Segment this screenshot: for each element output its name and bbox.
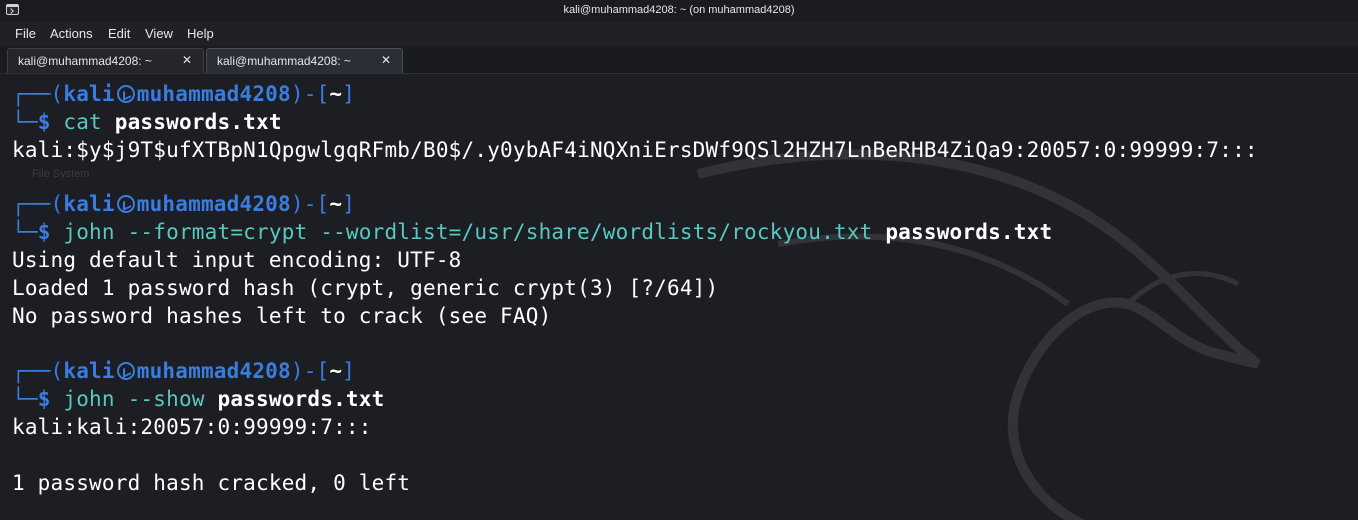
menu-bar: File Actions Edit View Help — [0, 22, 1358, 46]
title-bar: kali@muhammad4208: ~ (on muhammad4208) — [0, 0, 1358, 22]
output-line: kali:kali:20057:0:99999:7::: — [12, 415, 372, 439]
command-line: └─$ john --format=crypt --wordlist=/usr/… — [12, 220, 1053, 244]
command-text: john --format=crypt --wordlist=/usr/shar… — [63, 220, 873, 244]
tab-terminal-1[interactable]: kali@muhammad4208: ~ ✕ — [7, 48, 204, 73]
prompt-dir: ~ — [329, 82, 343, 106]
command-file: passwords.txt — [217, 387, 385, 411]
menu-edit[interactable]: Edit — [108, 26, 130, 41]
close-icon[interactable]: ✕ — [180, 53, 194, 67]
menu-actions[interactable]: Actions — [50, 26, 93, 41]
command-file: passwords.txt — [885, 220, 1053, 244]
terminal-output[interactable]: File System ┌──(kali muhammad4208)-[~] └─… — [0, 74, 1358, 520]
kali-icon — [116, 195, 135, 213]
command-text: cat — [63, 110, 102, 134]
menu-file[interactable]: File — [15, 26, 36, 41]
menu-help[interactable]: Help — [187, 26, 214, 41]
prompt-symbol: $ — [37, 110, 51, 134]
command-line: └─$ john --show passwords.txt — [12, 387, 385, 411]
prompt-line: ┌──(kali muhammad4208)-[~] — [12, 192, 356, 216]
tab-bar: kali@muhammad4208: ~ ✕ kali@muhammad4208… — [0, 46, 1358, 74]
background-label: File System — [32, 168, 90, 180]
prompt-user: kali — [63, 359, 115, 383]
prompt-dir: ~ — [329, 359, 343, 383]
tab-label: kali@muhammad4208: ~ — [18, 54, 152, 68]
prompt-host: muhammad4208 — [136, 192, 291, 216]
prompt-host: muhammad4208 — [136, 82, 291, 106]
output-line: Loaded 1 password hash (crypt, generic c… — [12, 276, 719, 300]
kali-icon — [116, 362, 135, 380]
kali-icon — [116, 85, 135, 103]
prompt-line: ┌──(kali muhammad4208)-[~] — [12, 82, 356, 106]
command-text: john --show — [63, 387, 205, 411]
prompt-host: muhammad4208 — [136, 359, 291, 383]
close-icon[interactable]: ✕ — [379, 53, 393, 67]
menu-view[interactable]: View — [145, 26, 173, 41]
output-line: Using default input encoding: UTF-8 — [12, 248, 462, 272]
output-line: kali:$y$j9T$ufXTBpN1QpgwlgqRFmb/B0$/.y0y… — [12, 138, 1258, 162]
window-title: kali@muhammad4208: ~ (on muhammad4208) — [563, 4, 795, 16]
kali-dragon-watermark — [696, 149, 1262, 520]
prompt-user: kali — [63, 192, 115, 216]
prompt-line: ┌──(kali muhammad4208)-[~] — [12, 359, 356, 383]
output-line: 1 password hash cracked, 0 left — [12, 471, 411, 495]
prompt-symbol: $ — [37, 387, 51, 411]
output-line: No password hashes left to crack (see FA… — [12, 304, 552, 328]
prompt-user: kali — [63, 82, 115, 106]
prompt-symbol: $ — [37, 220, 51, 244]
prompt-dir: ~ — [329, 192, 343, 216]
command-line: └─$ cat passwords.txt — [12, 110, 282, 134]
tab-terminal-2[interactable]: kali@muhammad4208: ~ ✕ — [206, 48, 403, 73]
tab-label: kali@muhammad4208: ~ — [217, 54, 351, 68]
command-file: passwords.txt — [114, 110, 282, 134]
